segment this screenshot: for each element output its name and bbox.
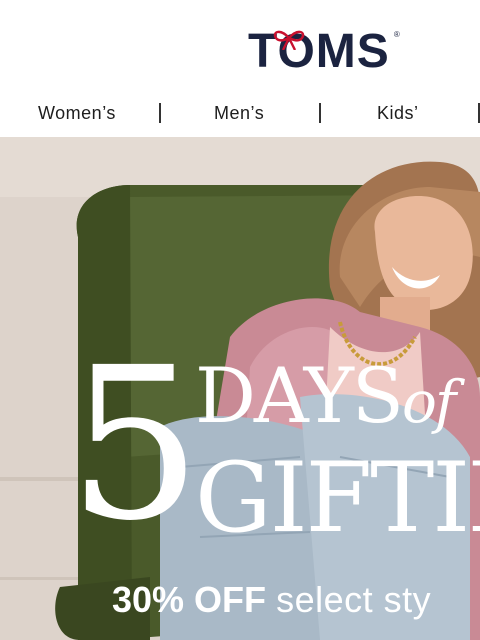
registered-mark: ® [393, 30, 400, 39]
hero-banner[interactable]: 5 DAYSof GIFTIN 30% OFF select sty [0, 137, 480, 640]
promo-description: select sty [276, 579, 432, 620]
bow-icon [273, 30, 305, 50]
nav-item-men[interactable]: Men’s [214, 93, 264, 133]
hero-headline-line1: DAYSof [195, 356, 456, 442]
nav-item-kids[interactable]: Kids’ [377, 93, 419, 133]
hero-of-text: of [401, 368, 456, 436]
main-nav: Women’s Men’s Kids’ [0, 93, 480, 138]
hero-headline-line2: GIFTIN [195, 442, 480, 554]
site-header: TOMS ® [0, 0, 480, 93]
promo-discount: 30% OFF [112, 579, 267, 620]
hero-days-text: DAYS [195, 351, 404, 440]
hero-number: 5 [68, 322, 202, 567]
hero-promo: 30% OFF select sty [112, 578, 431, 622]
nav-divider [159, 103, 161, 123]
nav-divider [319, 103, 321, 123]
nav-divider [478, 103, 480, 123]
toms-logo[interactable]: TOMS ® [248, 24, 400, 80]
nav-item-women[interactable]: Women’s [38, 93, 116, 133]
